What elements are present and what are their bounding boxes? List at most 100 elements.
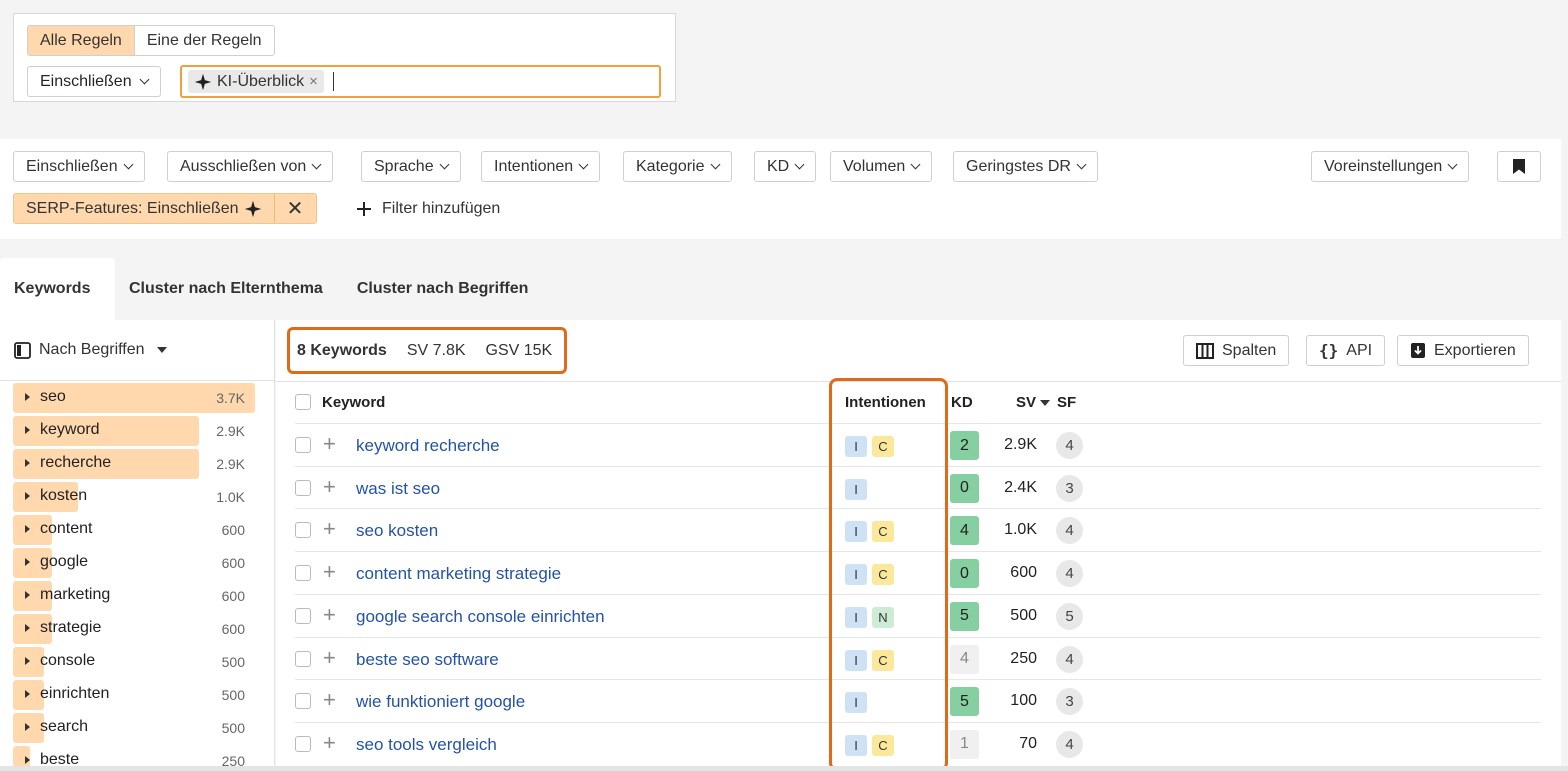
serp-features-count[interactable]: 3 [1056,474,1083,502]
row-checkbox[interactable] [295,735,311,752]
column-header-kd[interactable]: KD [951,394,973,411]
term-item[interactable]: strategie 600 [13,612,258,645]
keyword-link[interactable]: seo kosten [356,521,438,541]
tab-cluster-parent-topic[interactable]: Cluster nach Elternthema [115,258,343,320]
filter-volume[interactable]: Volumen [830,151,933,182]
serp-features-count[interactable]: 4 [1056,517,1083,545]
row-checkbox[interactable] [295,650,311,667]
export-button[interactable]: Exportieren [1397,335,1529,366]
serp-feature-input[interactable]: KI-Überblick × [180,65,661,98]
add-to-list-icon[interactable]: + [323,646,336,669]
term-item[interactable]: kosten 1.0K [13,480,258,513]
tab-keywords[interactable]: Keywords [0,258,115,320]
keyword-link[interactable]: content marketing strategie [356,564,561,584]
sv-value: 70 [1019,734,1037,752]
filter-lowest-dr[interactable]: Geringstes DR [953,151,1098,182]
expand-triangle-icon[interactable] [25,657,30,665]
mode-any-rule[interactable]: Eine der Regeln [133,26,274,55]
sv-header-label: SV [1016,394,1037,411]
table-row: + seo kosten I C 4 1.0K 4 [295,508,1541,551]
row-checkbox[interactable] [295,693,311,710]
filter-include[interactable]: Einschließen [13,151,145,182]
filter-language[interactable]: Sprache [361,151,461,182]
table-row: + keyword recherche I C 2 2.9K 4 [295,423,1541,466]
add-filter-button[interactable]: Filter hinzufügen [356,193,500,224]
column-header-keyword[interactable]: Keyword [322,394,385,411]
filter-exclude[interactable]: Ausschließen von [167,151,334,182]
expand-triangle-icon[interactable] [25,393,30,401]
expand-triangle-icon[interactable] [25,624,30,632]
add-to-list-icon[interactable]: + [323,689,336,711]
add-to-list-icon[interactable]: + [323,518,336,540]
keyword-link[interactable]: wie funktioniert google [356,692,525,712]
select-all-checkbox[interactable] [295,394,311,410]
tab-cluster-terms[interactable]: Cluster nach Begriffen [343,258,549,320]
expand-triangle-icon[interactable] [25,558,30,566]
filter-intents[interactable]: Intentionen [481,151,601,182]
term-item[interactable]: google 600 [13,546,258,579]
expand-triangle-icon[interactable] [25,690,30,698]
filter-bar: Einschließen Ausschließen von Sprache In… [0,139,1561,239]
term-item[interactable]: console 500 [13,645,258,678]
table-row: + seo tools vergleich I C 1 70 4 [295,721,1541,765]
term-item[interactable]: search 500 [13,711,258,744]
sv-total: SV 7.8K [406,341,466,359]
add-to-list-icon[interactable]: + [323,433,336,455]
term-name: recherche [40,454,112,471]
add-to-list-icon[interactable]: + [323,475,336,498]
expand-triangle-icon[interactable] [25,426,30,434]
column-header-sv[interactable]: SV [1016,394,1051,411]
intent-badge: C [872,734,894,756]
bottom-scroll-edge [0,766,1568,771]
term-item[interactable]: seo 3.7K [13,381,258,414]
keyword-link[interactable]: keyword recherche [356,436,500,456]
term-item[interactable]: einrichten 500 [13,678,258,711]
expand-triangle-icon[interactable] [25,492,30,500]
filter-category[interactable]: Kategorie [623,151,732,182]
expand-triangle-icon[interactable] [25,723,30,731]
api-button[interactable]: {} API [1306,335,1386,366]
terms-panel-header[interactable]: Nach Begriffen [0,320,274,381]
term-item[interactable]: content 600 [13,513,258,546]
active-filter-chip[interactable]: SERP-Features: Einschließen ✕ [13,193,317,224]
row-checkbox[interactable] [295,607,311,624]
column-header-sf[interactable]: SF [1057,394,1076,411]
columns-button[interactable]: Spalten [1183,335,1290,366]
expand-triangle-icon[interactable] [25,591,30,599]
keyword-link[interactable]: beste seo software [356,650,499,670]
row-checkbox[interactable] [295,479,311,496]
term-item[interactable]: recherche 2.9K [13,447,258,480]
intent-badge: I [845,606,867,628]
remove-filter-button[interactable]: ✕ [273,194,316,223]
serp-features-count[interactable]: 4 [1056,560,1083,588]
chip-remove-icon[interactable]: × [309,73,318,90]
include-dropdown[interactable]: Einschließen [27,66,161,97]
term-item[interactable]: marketing 600 [13,579,258,612]
serp-features-count[interactable]: 3 [1056,688,1083,716]
expand-triangle-icon[interactable] [25,459,30,467]
filter-kd[interactable]: KD [754,151,817,182]
intent-badge: I [845,564,867,586]
add-to-list-icon[interactable]: + [323,731,336,754]
expand-triangle-icon[interactable] [25,756,30,764]
sv-value: 250 [1010,649,1037,667]
add-to-list-icon[interactable]: + [323,561,336,583]
row-checkbox[interactable] [295,565,311,582]
mode-all-rules[interactable]: Alle Regeln [28,26,134,55]
term-item[interactable]: keyword 2.9K [13,414,258,447]
column-header-intents[interactable]: Intentionen [845,394,926,411]
serp-features-count[interactable]: 4 [1056,730,1083,758]
row-checkbox[interactable] [295,522,311,539]
bookmark-button[interactable] [1497,151,1541,182]
table-row: + content marketing strategie I C 0 600 4 [295,551,1541,594]
keyword-link[interactable]: seo tools vergleich [356,735,497,755]
serp-features-count[interactable]: 4 [1056,645,1083,673]
add-to-list-icon[interactable]: + [323,603,336,626]
keyword-link[interactable]: was ist seo [356,479,440,499]
expand-triangle-icon[interactable] [25,525,30,533]
row-checkbox[interactable] [295,437,311,453]
serp-features-count[interactable]: 5 [1056,602,1083,630]
keyword-link[interactable]: google search console einrichten [356,607,605,627]
presets-dropdown[interactable]: Voreinstellungen [1311,151,1470,182]
serp-features-count[interactable]: 4 [1056,432,1083,459]
